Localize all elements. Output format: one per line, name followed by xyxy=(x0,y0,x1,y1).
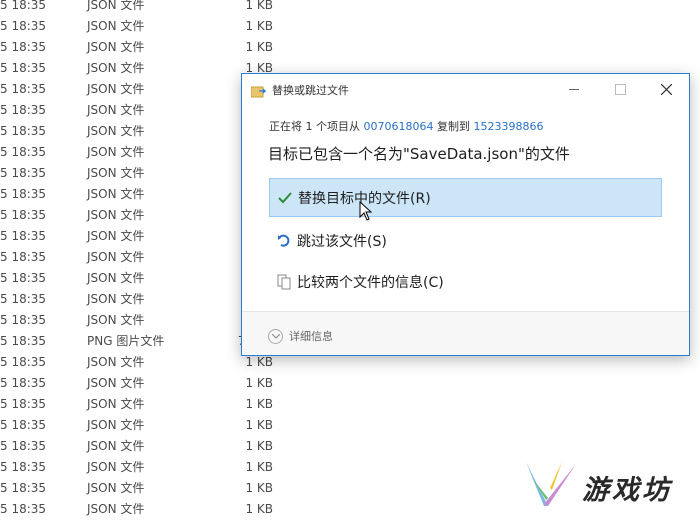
minimize-button[interactable] xyxy=(551,74,597,105)
file-date: 5 18:35 xyxy=(0,187,47,201)
file-size: 1 KB xyxy=(245,19,273,33)
file-type: JSON 文件 xyxy=(87,19,145,33)
file-row[interactable]: 5 18:35 JSON 文件 1 KB xyxy=(0,436,300,457)
dialog-title: 替换或跳过文件 xyxy=(272,84,349,97)
file-type: JSON 文件 xyxy=(87,229,145,243)
skip-file-option[interactable]: 跳过该文件(S) xyxy=(269,221,662,260)
file-size: 1 KB xyxy=(245,397,273,411)
maximize-icon xyxy=(614,84,626,95)
file-size: 1 KB xyxy=(245,481,273,495)
dialog-heading: 目标已包含一个名为"SaveData.json"的文件 xyxy=(268,145,570,163)
file-date: 5 18:35 xyxy=(0,313,47,327)
file-date: 5 18:35 xyxy=(0,82,47,96)
logo-mark-icon xyxy=(526,462,576,506)
file-date: 5 18:35 xyxy=(0,229,47,243)
file-row[interactable]: 5 18:35 JSON 文件 1 KB xyxy=(0,457,300,478)
file-size: 1 KB xyxy=(245,439,273,453)
file-date: 5 18:35 xyxy=(0,61,47,75)
file-type: JSON 文件 xyxy=(87,124,145,138)
file-type: JSON 文件 xyxy=(87,355,145,369)
file-type: JSON 文件 xyxy=(87,292,145,306)
file-date: 5 18:35 xyxy=(0,103,47,117)
file-type: JSON 文件 xyxy=(87,418,145,432)
file-row[interactable]: 5 18:35 JSON 文件 1 KB xyxy=(0,394,300,415)
file-date: 5 18:35 xyxy=(0,250,47,264)
file-date: 5 18:35 xyxy=(0,334,47,348)
progress-prefix: 正在将 1 个项目从 xyxy=(269,120,360,133)
file-date: 5 18:35 xyxy=(0,124,47,138)
progress-middle: 复制到 xyxy=(437,120,470,133)
file-row[interactable]: 5 18:35 JSON 文件 1 KB xyxy=(0,16,300,37)
file-date: 5 18:35 xyxy=(0,166,47,180)
compare-files-icon xyxy=(275,273,293,291)
file-type: JSON 文件 xyxy=(87,313,145,327)
compare-files-label: 比较两个文件的信息(C) xyxy=(297,274,444,291)
chevron-down-icon xyxy=(268,328,283,344)
file-row[interactable]: 5 18:35 JSON 文件 1 KB xyxy=(0,0,300,16)
file-size: 1 KB xyxy=(245,460,273,474)
compare-files-option[interactable]: 比较两个文件的信息(C) xyxy=(269,262,662,301)
file-row[interactable]: 5 18:35 JSON 文件 1 KB xyxy=(0,478,300,499)
file-type: JSON 文件 xyxy=(87,271,145,285)
file-row[interactable]: 5 18:35 JSON 文件 1 KB xyxy=(0,415,300,436)
file-type: JSON 文件 xyxy=(87,250,145,264)
file-date: 5 18:35 xyxy=(0,397,47,411)
more-details-toggle[interactable]: 详细信息 xyxy=(268,328,333,344)
file-date: 5 18:35 xyxy=(0,40,47,54)
file-date: 5 18:35 xyxy=(0,355,47,369)
skip-arrow-icon xyxy=(275,232,293,250)
replace-or-skip-dialog: 替换或跳过文件 正在将 1 个项目从 0070618064 复制到 152339… xyxy=(241,73,690,356)
file-type: PNG 图片文件 xyxy=(87,334,165,348)
target-folder-link[interactable]: 1523398866 xyxy=(474,120,544,133)
skip-file-label: 跳过该文件(S) xyxy=(297,233,387,250)
file-date: 5 18:35 xyxy=(0,460,47,474)
folder-transfer-icon xyxy=(250,83,268,98)
maximize-button[interactable] xyxy=(597,74,643,105)
file-type: JSON 文件 xyxy=(87,397,145,411)
close-button[interactable] xyxy=(643,74,689,105)
file-row[interactable]: 5 18:35 JSON 文件 1 KB xyxy=(0,37,300,58)
file-date: 5 18:35 xyxy=(0,418,47,432)
source-folder-link[interactable]: 0070618064 xyxy=(364,120,434,133)
file-size: 1 KB xyxy=(245,40,273,54)
file-type: JSON 文件 xyxy=(87,439,145,453)
file-size: 1 KB xyxy=(245,0,273,12)
file-size: 1 KB xyxy=(245,418,273,432)
file-type: JSON 文件 xyxy=(87,481,145,495)
file-type: JSON 文件 xyxy=(87,61,145,75)
file-type: JSON 文件 xyxy=(87,208,145,222)
watermark-logo: 游戏坊 xyxy=(522,460,692,512)
file-type: JSON 文件 xyxy=(87,187,145,201)
replace-file-option[interactable]: 替换目标中的文件(R) xyxy=(269,178,662,217)
file-type: JSON 文件 xyxy=(87,460,145,474)
file-size: 1 KB xyxy=(245,376,273,390)
copy-progress-text: 正在将 1 个项目从 0070618064 复制到 1523398866 xyxy=(269,118,544,134)
file-row[interactable]: 5 18:35 JSON 文件 1 KB xyxy=(0,373,300,394)
watermark-text: 游戏坊 xyxy=(582,475,672,506)
file-date: 5 18:35 xyxy=(0,0,47,12)
file-type: JSON 文件 xyxy=(87,0,145,12)
minimize-icon xyxy=(569,89,579,90)
details-label: 详细信息 xyxy=(289,330,333,343)
checkmark-icon xyxy=(276,189,294,207)
file-date: 5 18:35 xyxy=(0,145,47,159)
close-icon xyxy=(660,84,672,95)
dialog-footer: 详细信息 xyxy=(242,312,689,355)
file-type: JSON 文件 xyxy=(87,103,145,117)
file-type: JSON 文件 xyxy=(87,145,145,159)
file-date: 5 18:35 xyxy=(0,208,47,222)
mouse-cursor-icon xyxy=(359,201,373,221)
file-date: 5 18:35 xyxy=(0,439,47,453)
dialog-titlebar[interactable]: 替换或跳过文件 xyxy=(242,74,689,105)
file-type: JSON 文件 xyxy=(87,82,145,96)
file-date: 5 18:35 xyxy=(0,271,47,285)
file-date: 5 18:35 xyxy=(0,481,47,495)
file-type: JSON 文件 xyxy=(87,40,145,54)
file-type: JSON 文件 xyxy=(87,376,145,390)
file-type: JSON 文件 xyxy=(87,166,145,180)
file-date: 5 18:35 xyxy=(0,292,47,306)
file-date: 5 18:35 xyxy=(0,376,47,390)
file-date: 5 18:35 xyxy=(0,19,47,33)
